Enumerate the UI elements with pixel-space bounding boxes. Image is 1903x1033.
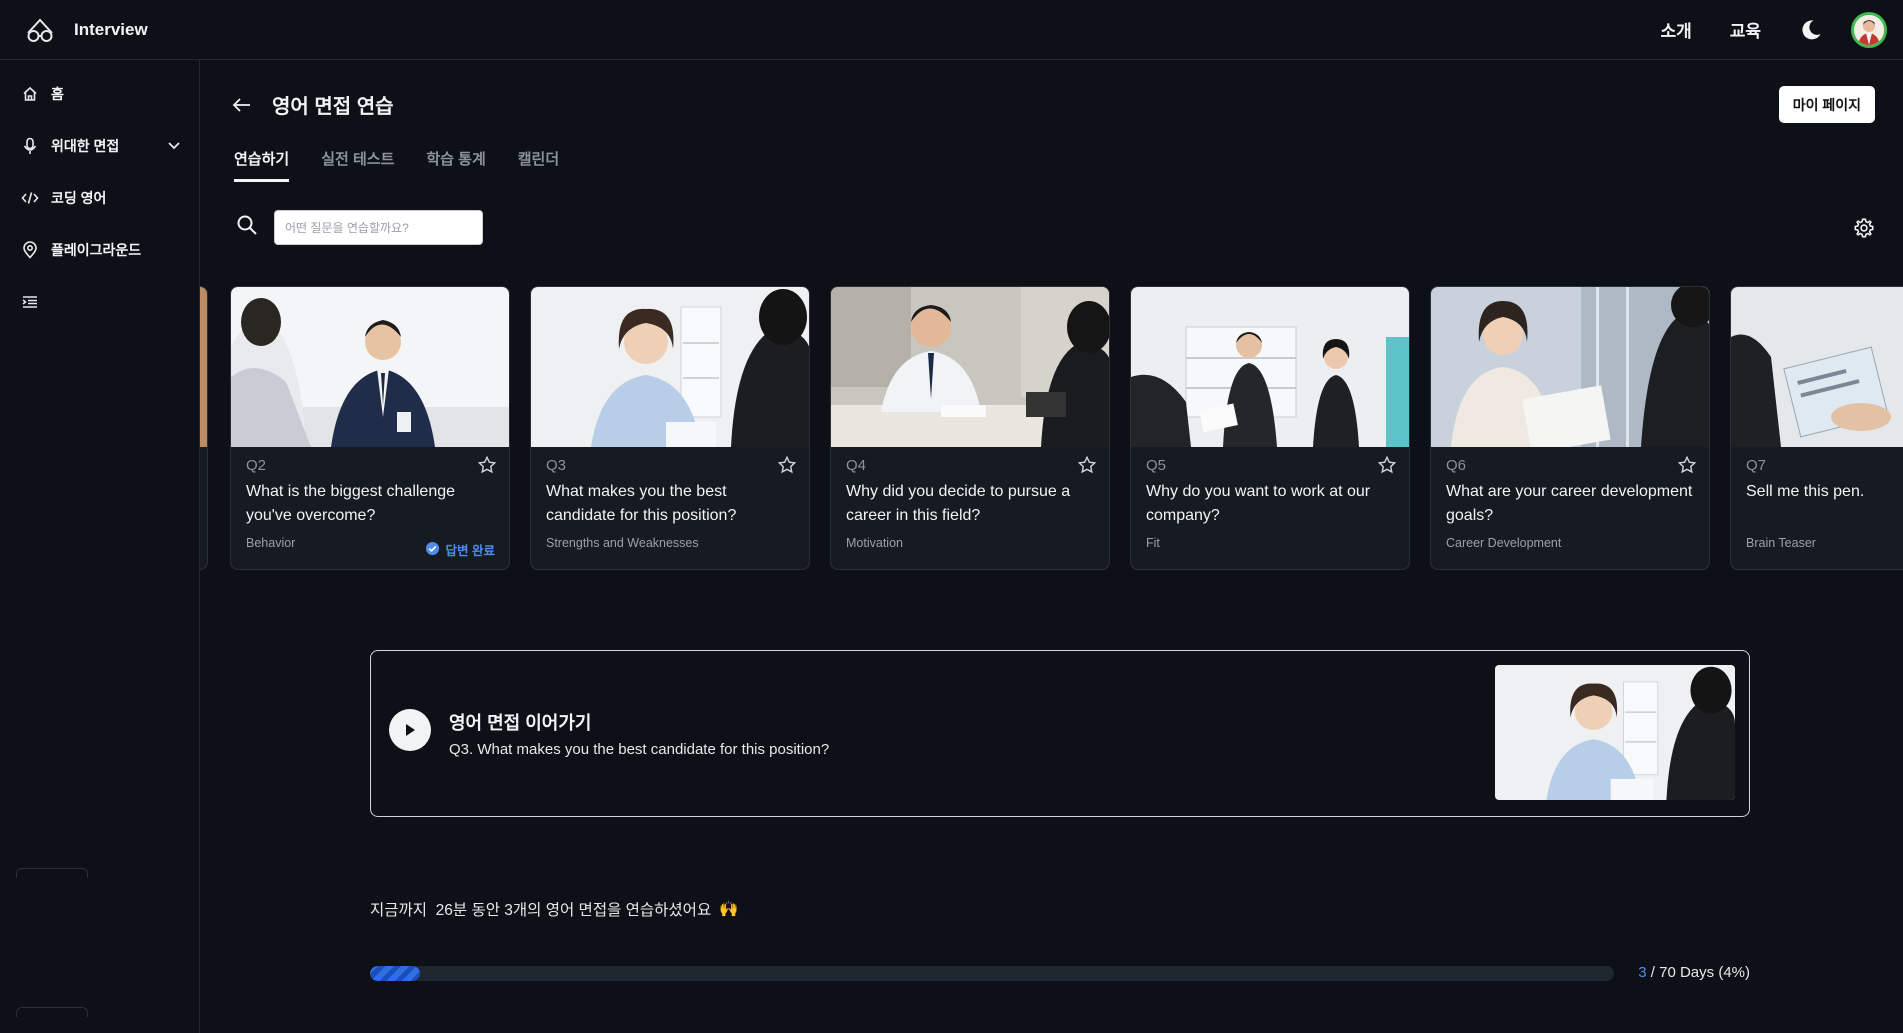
question-text: What makes you the best candidate for th… — [546, 483, 737, 524]
favorite-star-icon[interactable] — [1377, 455, 1397, 480]
sidebar-item-home[interactable]: 홈 — [0, 68, 199, 120]
settings-gear-icon[interactable] — [1853, 217, 1875, 244]
search-input[interactable] — [274, 210, 483, 245]
favorite-star-icon[interactable] — [1677, 455, 1697, 480]
interview-photo — [831, 287, 1109, 447]
raised-hands-emoji: 🙌 — [719, 900, 739, 918]
interview-photo — [1131, 287, 1409, 447]
question-number: Q2 — [246, 457, 267, 474]
location-pin-icon — [20, 241, 40, 259]
question-number: Q6 — [1446, 457, 1467, 474]
glasses-logo-icon — [24, 16, 56, 44]
sidebar-divider — [16, 1007, 88, 1017]
sidebar-item-label: 플레이그라운드 — [51, 242, 142, 258]
nav-link-education[interactable]: 교육 — [1730, 17, 1761, 42]
progress-current: 3 — [1638, 964, 1647, 981]
interview-photo — [200, 287, 207, 447]
question-number: Q4 — [846, 457, 867, 474]
dark-mode-toggle-icon[interactable] — [1799, 18, 1823, 42]
question-card-prev[interactable] — [200, 286, 208, 570]
favorite-star-icon[interactable] — [777, 455, 797, 480]
search-icon[interactable] — [236, 214, 258, 241]
sidebar-item-playground[interactable]: 플레이그라운드 — [0, 224, 199, 276]
progress-bar-fill — [370, 966, 420, 981]
sidebar-item-label: 홈 — [51, 86, 64, 102]
sidebar-item-label: 코딩 영어 — [51, 190, 107, 206]
question-number: Q3 — [546, 457, 567, 474]
user-avatar[interactable] — [1851, 11, 1887, 48]
question-text: What is the biggest challenge you've ove… — [246, 483, 456, 524]
continue-thumbnail — [1495, 665, 1735, 800]
top-bar: Interview 소개 교육 — [0, 0, 1903, 60]
sidebar-item-great-interview[interactable]: 위대한 면접 — [0, 120, 199, 172]
question-text: What are your career development goals? — [1446, 483, 1693, 524]
sidebar-item-label: 위대한 면접 — [51, 138, 120, 154]
progress-label: 3 / 70 Days (4%) — [1638, 964, 1750, 981]
code-icon — [20, 191, 40, 205]
question-category: Strengths and Weaknesses — [546, 536, 699, 550]
question-card[interactable]: Q6 What are your career development goal… — [1430, 286, 1710, 570]
answered-badge: 답변 완료 — [425, 540, 495, 559]
favorite-star-icon[interactable] — [1077, 455, 1097, 480]
interview-photo — [231, 287, 509, 447]
interview-photo — [1731, 287, 1903, 447]
question-carousel: Q2 What is the biggest challenge you've … — [200, 286, 1903, 570]
interview-photo — [531, 287, 809, 447]
question-number: Q7 — [1746, 457, 1767, 474]
favorite-star-icon[interactable] — [477, 455, 497, 480]
app-name: Interview — [74, 19, 148, 39]
page-title: 영어 면접 연습 — [272, 96, 394, 118]
back-arrow-icon[interactable] — [232, 97, 252, 113]
question-number: Q5 — [1146, 457, 1167, 474]
list-indent-icon — [20, 295, 40, 309]
microphone-icon — [20, 137, 40, 155]
question-card[interactable]: Q2 What is the biggest challenge you've … — [230, 286, 510, 570]
progress-bar — [370, 966, 1614, 981]
question-text: Why do you want to work at our company? — [1146, 483, 1371, 524]
question-card[interactable]: Q5 Why do you want to work at our compan… — [1130, 286, 1410, 570]
continue-subtitle: Q3. What makes you the best candidate fo… — [449, 741, 830, 758]
tab-practice[interactable]: 연습하기 — [234, 148, 290, 182]
answered-label: 답변 완료 — [445, 544, 495, 558]
question-category: Brain Teaser — [1746, 536, 1816, 550]
continue-interview-banner[interactable]: 영어 면접 이어가기 Q3. What makes you the best c… — [370, 650, 1750, 817]
play-icon[interactable] — [389, 709, 431, 751]
practice-summary-text: 지금까지 26분 동안 3개의 영어 면접을 연습하셨어요 — [370, 902, 712, 919]
question-text: Why did you decide to pursue a career in… — [846, 483, 1071, 524]
progress-total: / 70 Days (4%) — [1646, 964, 1750, 981]
my-page-button[interactable]: 마이 페이지 — [1778, 86, 1875, 123]
sidebar: 홈 위대한 면접 코딩 영어 플레이그라운드 — [0, 60, 200, 1033]
sidebar-item-collapse[interactable] — [0, 276, 199, 328]
practice-summary: 지금까지 26분 동안 3개의 영어 면접을 연습하셨어요 🙌 — [370, 898, 739, 920]
sidebar-divider — [16, 868, 88, 878]
question-text: Sell me this pen. — [1746, 483, 1865, 500]
question-card[interactable]: Q7 Sell me this pen. Brain Teaser — [1730, 286, 1903, 570]
home-icon — [20, 86, 40, 102]
check-circle-icon — [425, 541, 440, 559]
question-category: Motivation — [846, 536, 903, 550]
question-card[interactable]: Q4 Why did you decide to pursue a career… — [830, 286, 1110, 570]
question-card[interactable]: Q3 What makes you the best candidate for… — [530, 286, 810, 570]
nav-link-intro[interactable]: 소개 — [1660, 17, 1691, 42]
tab-calendar[interactable]: 캘린더 — [518, 148, 559, 182]
brand[interactable]: Interview — [0, 16, 148, 44]
continue-title: 영어 면접 이어가기 — [449, 713, 592, 733]
question-category: Career Development — [1446, 536, 1562, 550]
tab-real-test[interactable]: 실전 테스트 — [321, 148, 394, 182]
question-category: Fit — [1146, 536, 1160, 550]
main-content: 영어 면접 연습 마이 페이지 연습하기 실전 테스트 학습 통계 캘린더 어떤… — [200, 60, 1903, 1033]
tab-bar: 연습하기 실전 테스트 학습 통계 캘린더 — [234, 148, 559, 182]
sidebar-item-coding-english[interactable]: 코딩 영어 — [0, 172, 199, 224]
chevron-down-icon[interactable] — [167, 138, 181, 155]
tab-study-stats[interactable]: 학습 통계 — [426, 148, 485, 182]
interview-photo — [1431, 287, 1709, 447]
